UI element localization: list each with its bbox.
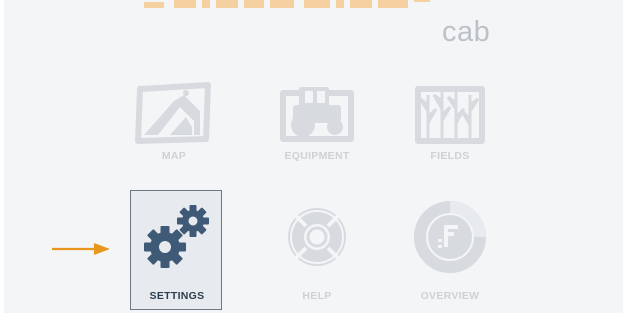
tile-overview[interactable]: OVERVIEW [404, 191, 496, 311]
lifebuoy-icon [271, 191, 363, 283]
tile-label: OVERVIEW [420, 290, 480, 302]
overview-icon [404, 191, 496, 283]
tile-fields[interactable]: FIELDS [404, 67, 496, 187]
crops-icon [404, 67, 496, 159]
tile-label: HELP [302, 290, 332, 302]
tile-help[interactable]: HELP [271, 191, 363, 311]
home-screen: cab MAP EQUIPMENT FIELDS SETTINGS HELP O… [4, 0, 623, 313]
tile-settings[interactable]: SETTINGS [130, 190, 222, 310]
tile-equipment[interactable]: EQUIPMENT [271, 67, 363, 187]
tile-map[interactable]: MAP [128, 67, 220, 187]
tractor-icon [271, 67, 363, 159]
pointer-arrow-icon [52, 243, 110, 255]
fieldview-logo [144, 0, 430, 8]
tile-label: MAP [161, 150, 187, 162]
logo-cab-text: cab [442, 16, 491, 48]
map-icon [128, 67, 220, 159]
tile-label: FIELDS [430, 150, 470, 162]
tile-label: EQUIPMENT [284, 150, 350, 162]
tile-label: SETTINGS [149, 290, 205, 302]
gears-icon [131, 191, 223, 283]
